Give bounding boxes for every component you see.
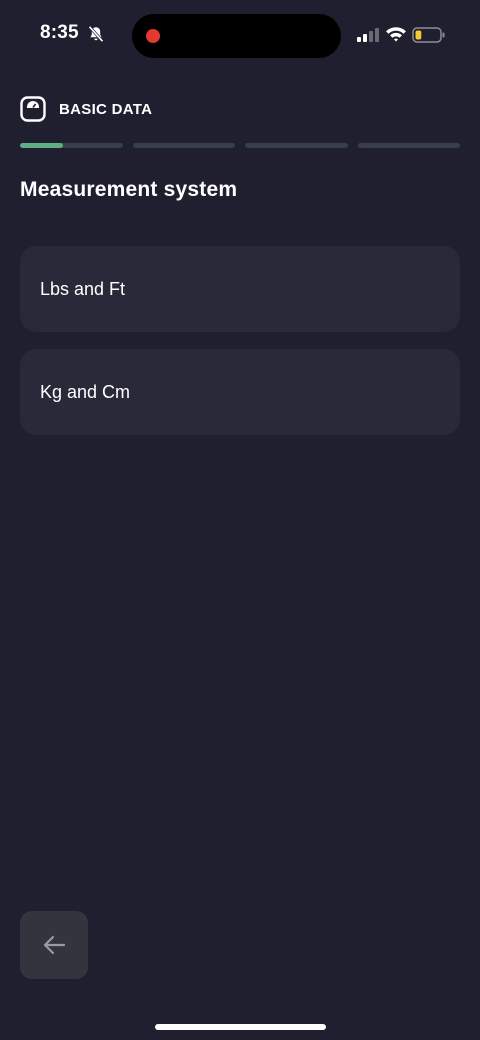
- back-button[interactable]: [20, 911, 88, 979]
- progress-step-2: [132, 143, 235, 148]
- status-time: 8:35: [40, 22, 79, 43]
- option-label: Kg and Cm: [40, 381, 131, 402]
- progress-step-1: [20, 143, 123, 148]
- recording-dot-icon: [146, 29, 160, 43]
- app-screen: 8:35 BASIC DATA Measurement system Lbs a…: [0, 0, 480, 1040]
- option-label: Lbs and Ft: [40, 278, 126, 299]
- page-title: Measurement system: [20, 178, 238, 201]
- progress-step-3: [245, 143, 348, 148]
- dynamic-island: [132, 14, 341, 58]
- battery-low-icon: [412, 27, 445, 43]
- scale-icon: [20, 96, 46, 122]
- section-header: BASIC DATA: [20, 95, 152, 123]
- option-kg-cm[interactable]: Kg and Cm: [20, 349, 460, 435]
- step-progress: [20, 143, 460, 148]
- option-lbs-ft[interactable]: Lbs and Ft: [20, 246, 460, 332]
- arrow-left-icon: [43, 935, 66, 955]
- cellular-signal-icon: [357, 28, 379, 42]
- home-indicator[interactable]: [155, 1024, 326, 1030]
- section-label: BASIC DATA: [59, 100, 153, 118]
- measurement-options: Lbs and Ft Kg and Cm: [20, 246, 460, 452]
- wifi-icon: [386, 27, 406, 42]
- progress-step-1-fill: [20, 143, 64, 148]
- progress-step-4: [357, 143, 460, 148]
- bell-slash-icon: [88, 25, 104, 43]
